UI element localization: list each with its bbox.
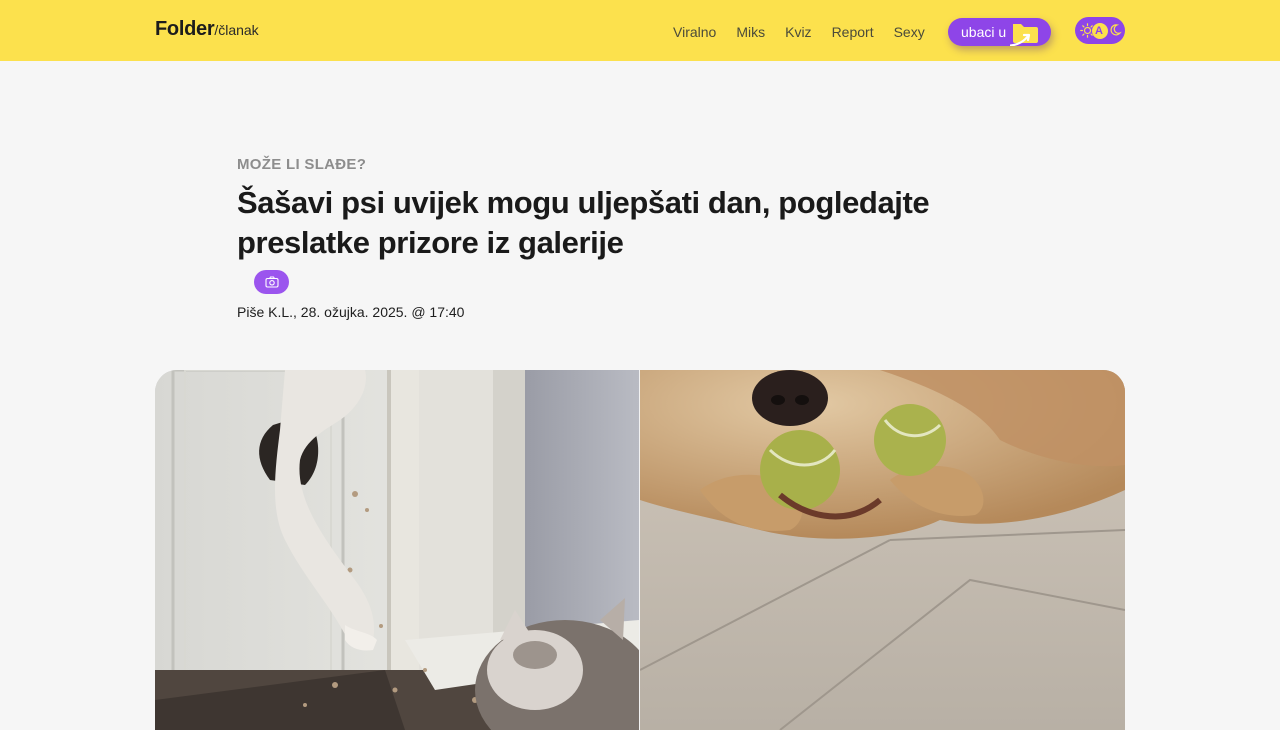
site-logo[interactable]: Folder /članak (155, 18, 259, 41)
nav-item-report[interactable]: Report (832, 22, 874, 42)
folder-icon (1000, 20, 1040, 48)
main-nav: Viralno Miks Kviz Report Sexy (673, 22, 945, 42)
add-to-folder-label: ubaci u (961, 24, 1007, 40)
logo-main: Folder (155, 18, 215, 40)
moon-icon (1110, 24, 1122, 36)
article-byline: Piše K.L., 28. ožujka. 2025. @ 17:40 (237, 304, 465, 320)
nav-item-miks[interactable]: Miks (736, 22, 765, 42)
theme-toggle[interactable]: A (1075, 17, 1125, 44)
logo-section: /članak (214, 22, 259, 38)
nav-item-kviz[interactable]: Kviz (785, 22, 811, 42)
nav-item-viralno[interactable]: Viralno (673, 22, 716, 42)
auto-theme-letter: A (1095, 25, 1103, 37)
add-to-folder-button[interactable]: ubaci u (948, 18, 1051, 48)
gallery-badge[interactable] (254, 270, 289, 294)
camera-icon (264, 276, 279, 288)
article-title: Šašavi psi uvijek mogu uljepšati dan, po… (237, 185, 930, 260)
hero-image[interactable] (155, 370, 1125, 730)
site-header: Folder /članak Viralno Miks Kviz Report … (0, 0, 1280, 61)
nav-item-sexy[interactable]: Sexy (894, 22, 925, 42)
dog-through-door-image (155, 370, 639, 730)
dog-with-tennis-balls-image (640, 370, 1125, 730)
article-kicker: MOŽE LI SLAĐE? (237, 156, 367, 173)
